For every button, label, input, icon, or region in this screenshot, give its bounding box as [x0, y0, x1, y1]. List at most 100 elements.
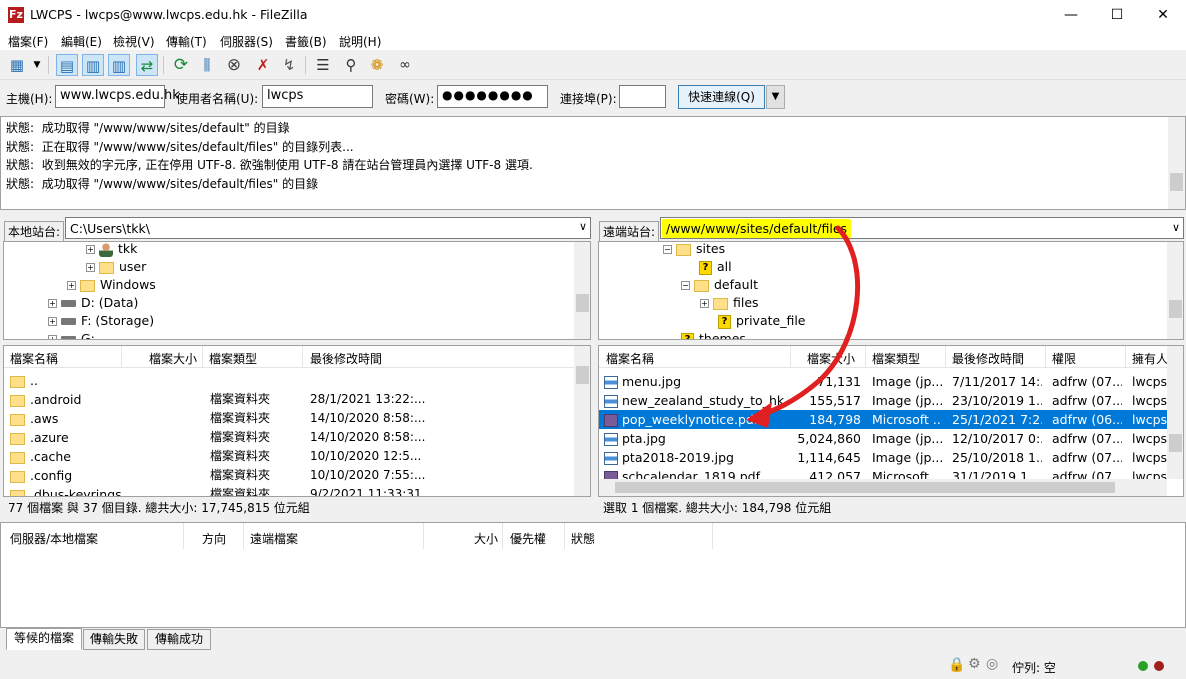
status-bar: 🔒 ⚙ ◎ 佇列: 空 — [0, 652, 1186, 679]
column-header-name[interactable]: 檔案名稱 — [606, 350, 654, 367]
host-input[interactable]: www.lwcps.edu.hk — [55, 85, 180, 108]
toggle-remote-tree-icon[interactable]: ▥ — [108, 54, 130, 76]
activity-led-download-icon — [1154, 661, 1164, 671]
folder-icon — [10, 470, 25, 483]
column-header-type[interactable]: 檔案類型 — [209, 350, 257, 367]
queue-status-text: 佇列: 空 — [1012, 661, 1056, 675]
file-row[interactable]: .aws 檔案資料夾 14/10/2020 8:58:... — [4, 409, 574, 428]
tree-item-private-file[interactable]: ? private_file — [718, 312, 805, 330]
toolbar: ▦ ▼ ▤ ▥ ▥ ⇄ ⟳ ⫼ ⊗ ✗ ↯ ☰ ⚲ ❁ ∞ — [0, 50, 1186, 80]
toggle-local-tree-icon[interactable]: ▥ — [82, 54, 104, 76]
reconnect-icon[interactable]: ↯ — [278, 54, 300, 76]
speed-icon: ◎ — [986, 656, 999, 672]
file-row[interactable]: pta.jpg 5,024,860 Image (jp... 12/10/201… — [599, 429, 1167, 448]
pdf-file-icon — [604, 414, 618, 427]
queue-header-status[interactable]: 狀態 — [571, 530, 595, 547]
disconnect-icon[interactable]: ✗ — [252, 54, 274, 76]
tree-item-g-drive[interactable]: + G: — [48, 330, 95, 339]
file-row[interactable]: new_zealand_study_to_hk... 155,517 Image… — [599, 391, 1167, 410]
column-header-size[interactable]: 檔案大小 — [149, 350, 197, 367]
directory-listing-filters-icon[interactable]: ☰ — [312, 54, 334, 76]
remote-file-list: 檔案名稱 檔案大小 檔案類型 最後修改時間 權限 擁有人 menu.jpg 71… — [598, 345, 1184, 497]
column-header-modified[interactable]: 最後修改時間 — [310, 350, 382, 367]
username-input[interactable]: lwcps — [262, 85, 373, 108]
column-header-size[interactable]: 檔案大小 — [807, 350, 855, 367]
speed-limit-icon[interactable]: ⚙ — [968, 656, 981, 672]
directory-comparison-icon[interactable]: ⚲ — [340, 54, 362, 76]
file-row[interactable]: .cache 檔案資料夾 10/10/2020 12:5... — [4, 447, 574, 466]
local-list-header: 檔案名稱 檔案大小 檔案類型 最後修改時間 — [4, 346, 574, 368]
menu-server[interactable]: 伺服器(S) — [220, 33, 273, 50]
close-button[interactable]: ✕ — [1140, 0, 1186, 30]
refresh-icon[interactable]: ⟳ — [170, 54, 192, 76]
synchronized-browsing-icon[interactable]: ❁ — [366, 54, 388, 76]
local-list-scrollbar[interactable] — [574, 346, 590, 496]
tab-queued-files[interactable]: 等候的檔案 — [6, 628, 82, 650]
quickconnect-button[interactable]: 快速連線(Q) — [678, 85, 765, 109]
unknown-folder-icon: ? — [699, 260, 712, 275]
tree-item-files[interactable]: + files — [700, 294, 759, 312]
remote-list-scrollbar[interactable] — [1167, 346, 1183, 479]
tree-item-all[interactable]: ? all — [699, 258, 732, 276]
file-row[interactable]: .dbus-keyrings 檔案資料夾 9/2/2021 11:33:31 — [4, 485, 574, 496]
file-row[interactable]: .azure 檔案資料夾 14/10/2020 8:58:... — [4, 428, 574, 447]
file-row[interactable]: menu.jpg 71,131 Image (jp... 7/11/2017 1… — [599, 372, 1167, 391]
tree-item-d-drive[interactable]: + D: (Data) — [48, 294, 138, 312]
local-path-input[interactable]: C:\Users\tkk\ ∨ — [65, 217, 591, 239]
cancel-operation-icon[interactable]: ⊗ — [223, 54, 245, 76]
file-row[interactable]: .android 檔案資料夾 28/1/2021 13:22:... — [4, 390, 574, 409]
search-files-icon[interactable]: ∞ — [394, 54, 416, 76]
toggle-queue-icon[interactable]: ⇄ — [136, 54, 158, 76]
tree-item-themes[interactable]: ? themes — [681, 330, 746, 339]
log-line: 狀態: 成功取得 "/www/www/sites/default/files" … — [6, 177, 319, 191]
chevron-down-icon[interactable]: ∨ — [579, 220, 587, 233]
menu-help[interactable]: 說明(H) — [339, 33, 381, 50]
menu-bookmarks[interactable]: 書籤(B) — [285, 33, 327, 50]
minimize-button[interactable]: — — [1048, 0, 1094, 30]
menu-file[interactable]: 檔案(F) — [8, 33, 48, 50]
chevron-down-icon[interactable]: ∨ — [1172, 221, 1180, 234]
maximize-button[interactable]: ☐ — [1094, 0, 1140, 30]
column-header-type[interactable]: 檔案類型 — [872, 350, 920, 367]
username-label: 使用者名稱(U): — [176, 92, 259, 106]
folder-icon — [10, 375, 25, 388]
remote-tree-scrollbar[interactable] — [1167, 242, 1183, 339]
file-row-selected[interactable]: pop_weeklynotice.pdf 184,798 Microsoft .… — [599, 410, 1167, 429]
toggle-log-icon[interactable]: ▤ — [56, 54, 78, 76]
tree-item-f-drive[interactable]: + F: (Storage) — [48, 312, 154, 330]
local-tree-scrollbar[interactable] — [574, 242, 590, 339]
queue-header-direction[interactable]: 方向 — [202, 530, 226, 547]
tree-item-default[interactable]: − default — [681, 276, 758, 294]
file-row[interactable]: .. — [4, 371, 574, 390]
tree-item-sites[interactable]: − sites — [663, 242, 725, 258]
port-input[interactable] — [619, 85, 666, 108]
column-header-owner[interactable]: 擁有人 — [1132, 350, 1167, 367]
password-input[interactable]: ●●●●●●●● — [437, 85, 548, 108]
file-row[interactable]: .config 檔案資料夾 10/10/2020 7:55:... — [4, 466, 574, 485]
quickconnect-dropdown-icon[interactable]: ▼ — [766, 85, 785, 109]
log-scrollbar[interactable] — [1168, 117, 1185, 209]
site-manager-icon[interactable]: ▦ — [6, 54, 28, 76]
folder-icon — [99, 261, 114, 274]
menu-view[interactable]: 檢視(V) — [113, 33, 155, 50]
queue-header-server-local[interactable]: 伺服器/本地檔案 — [10, 530, 98, 547]
remote-path-input[interactable]: /www/www/sites/default/files ∨ — [660, 217, 1184, 239]
menu-transfer[interactable]: 傳輸(T) — [166, 33, 207, 50]
process-queue-icon[interactable]: ⫼ — [196, 54, 218, 76]
site-manager-dropdown-icon[interactable]: ▼ — [30, 54, 44, 76]
tree-item-user[interactable]: + user — [86, 258, 146, 276]
queue-header-remote[interactable]: 遠端檔案 — [250, 530, 298, 547]
tree-item-tkk[interactable]: + tkk — [86, 242, 137, 258]
column-header-name[interactable]: 檔案名稱 — [10, 350, 58, 367]
tree-item-windows[interactable]: + Windows — [67, 276, 156, 294]
menu-edit[interactable]: 編輯(E) — [61, 33, 102, 50]
remote-list-hscrollbar[interactable] — [599, 479, 1167, 496]
column-header-modified[interactable]: 最後修改時間 — [952, 350, 1024, 367]
tab-failed-transfers[interactable]: 傳輸失敗 — [83, 629, 145, 650]
column-header-permissions[interactable]: 權限 — [1052, 350, 1076, 367]
local-site-bar: 本地站台: C:\Users\tkk\ ∨ — [3, 216, 591, 242]
queue-header-size[interactable]: 大小 — [474, 530, 498, 547]
file-row[interactable]: pta2018-2019.jpg 1,114,645 Image (jp... … — [599, 448, 1167, 467]
queue-header-priority[interactable]: 優先權 — [510, 530, 546, 547]
tab-successful-transfers[interactable]: 傳輸成功 — [147, 629, 211, 650]
